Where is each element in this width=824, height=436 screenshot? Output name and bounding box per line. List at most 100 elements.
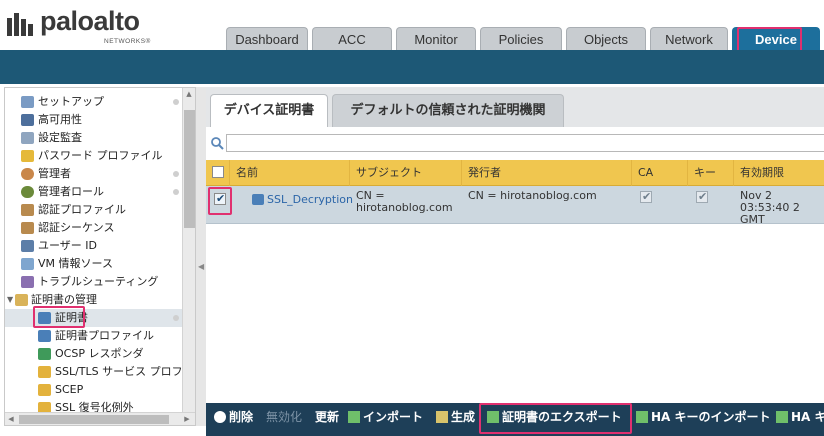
column-header-expires[interactable]: 有効期限 [734,160,824,186]
audit-icon [21,132,34,144]
key-icon [21,150,34,162]
sidebar-horizontal-scrollbar[interactable]: ◀ ▶ [5,412,195,425]
import-button[interactable]: インポート [348,403,423,432]
sidebar-item-label: SSL/TLS サービス プロフ: [55,365,187,378]
ha-key-import-button[interactable]: HA キーのインポート [636,403,771,432]
generate-icon [436,411,448,423]
sidebar-item-ha[interactable]: 高可用性 [5,111,183,129]
column-header-issuer[interactable]: 発行者 [462,160,632,186]
renew-button[interactable]: 更新 [315,403,339,432]
collapse-icon[interactable]: ▼ [7,291,13,309]
brand-name: paloalto [40,6,140,36]
subtab-bar: デバイス証明書 デフォルトの信頼された証明機関 [206,87,824,127]
sidebar-item-config-audit[interactable]: 設定監査 [5,129,183,147]
tab-network[interactable]: Network [650,27,728,50]
setup-icon [21,96,34,108]
status-dot [173,315,179,321]
sidebar-item-label: 管理者ロール [38,185,104,198]
tab-dashboard[interactable]: Dashboard [226,27,308,50]
tab-objects[interactable]: Objects [566,27,646,50]
tab-device[interactable]: Device [732,27,820,50]
issuer-cell: CN = hirotanoblog.com [468,189,597,202]
role-icon [21,186,34,198]
revoke-button[interactable]: 無効化 [266,403,302,432]
status-dot [173,189,179,195]
sidebar-item-label: 設定監査 [38,131,82,144]
column-header-subject[interactable]: サブジェクト [350,160,462,186]
column-header-name[interactable]: 名前 [230,160,350,186]
sidebar-item-auth-profile[interactable]: 認証プロファイル [5,201,183,219]
ha-import-icon [636,411,648,423]
scroll-up-icon[interactable]: ▲ [183,88,195,100]
select-all-checkbox[interactable] [212,166,224,178]
cert-name-cell[interactable]: SSL_Decryption [246,194,353,206]
key-checkbox [696,190,708,203]
sidebar-item-admins[interactable]: 管理者 [5,165,183,183]
column-header-key[interactable]: キー [688,160,734,186]
sidebar-item-label: ユーザー ID [38,239,97,252]
ha-key-export-button[interactable]: HA キー [776,403,824,432]
table-header: 名前 サブジェクト 発行者 CA キー 有効期限 [206,160,824,186]
nav-tree-list: セットアップ 高可用性 設定監査 パスワード プロファイル 管理者 管理者ロール [5,93,187,417]
scroll-right-icon[interactable]: ▶ [181,413,193,425]
column-header-ca[interactable]: CA [632,160,688,186]
tab-policies[interactable]: Policies [480,27,562,50]
status-dot [173,171,179,177]
ha-export-label: HA キー [791,410,824,424]
sidebar-item-cert-management[interactable]: ▼ 証明書の管理 [5,291,183,309]
export-icon [487,411,499,423]
collapse-arrow-icon[interactable]: ◀ [198,262,204,271]
sidebar-item-setup[interactable]: セットアップ [5,93,183,111]
lock-icon [38,384,51,396]
sidebar-item-label: パスワード プロファイル [38,149,163,162]
export-label: 証明書のエクスポート [502,410,622,424]
action-toolbar: 削除 無効化 更新 インポート 生成 証明書のエクスポート HA キーのインポー… [206,403,824,436]
certificates-panel: デバイス証明書 デフォルトの信頼された証明機関 名前 サブジェクト 発行者 CA… [206,87,824,436]
app-header: paloalto NETWORKS® Dashboard ACC Monitor… [0,0,824,57]
generate-button[interactable]: 生成 [436,403,475,432]
scrollbar-thumb[interactable] [184,110,195,228]
delete-button[interactable]: 削除 [214,403,253,432]
sidebar-item-vm-info[interactable]: VM 情報ソース [5,255,183,273]
header-bar [0,50,824,84]
sidebar-item-cert-profile[interactable]: 証明書プロファイル [5,327,183,345]
export-certificate-button[interactable]: 証明書のエクスポート [487,403,622,432]
tab-default-trusted-ca[interactable]: デフォルトの信頼された証明機関 [332,94,564,127]
sidebar-item-troubleshooting[interactable]: トラブルシューティング [5,273,183,291]
scrollbar-thumb[interactable] [19,415,169,424]
auth-sequence-icon [21,222,34,234]
brand-sub: NETWORKS® [104,38,151,45]
cert-name: SSL_Decryption [267,193,353,206]
sidebar-item-ocsp[interactable]: OCSP レスポンダ [5,345,183,363]
certificates-table: 名前 サブジェクト 発行者 CA キー 有効期限 SSL_Decryption … [206,160,824,226]
sidebar-item-user-id[interactable]: ユーザー ID [5,237,183,255]
sidebar-item-admin-roles[interactable]: 管理者ロール [5,183,183,201]
expires-line-2: GMT [740,213,765,226]
row-checkbox[interactable] [214,192,226,205]
sidebar-item-label: OCSP レスポンダ [55,347,144,360]
sidebar-item-ssl-tls-profile[interactable]: SSL/TLS サービス プロフ: [5,363,187,381]
panel-splitter[interactable]: ◀ [196,87,206,426]
sidebar-item-label: セットアップ [38,95,104,108]
user-icon [21,168,34,180]
ha-export-icon [776,411,788,423]
ha-icon [21,114,34,126]
sidebar-item-scep[interactable]: SCEP [5,381,183,399]
table-row[interactable]: SSL_Decryption CN = hirotanoblog.com CN … [206,186,824,226]
sidebar-item-label: 認証シーケンス [38,221,115,234]
sidebar-vertical-scrollbar[interactable]: ▲ [182,88,195,413]
search-bar [206,127,824,157]
tab-monitor[interactable]: Monitor [396,27,476,50]
tab-device-certificates[interactable]: デバイス証明書 [210,94,328,127]
sidebar-item-certificates[interactable]: 証明書 [5,309,183,327]
import-icon [348,411,360,423]
search-input[interactable] [226,134,824,152]
sidebar-item-label: SCEP [55,383,84,396]
sidebar-item-label: 証明書の管理 [31,293,97,306]
sidebar-item-password-profile[interactable]: パスワード プロファイル [5,147,183,165]
sidebar-item-auth-sequence[interactable]: 認証シーケンス [5,219,183,237]
scroll-left-icon[interactable]: ◀ [5,413,17,425]
import-label: インポート [363,410,424,424]
tab-acc[interactable]: ACC [312,27,392,50]
delete-icon [214,411,226,423]
